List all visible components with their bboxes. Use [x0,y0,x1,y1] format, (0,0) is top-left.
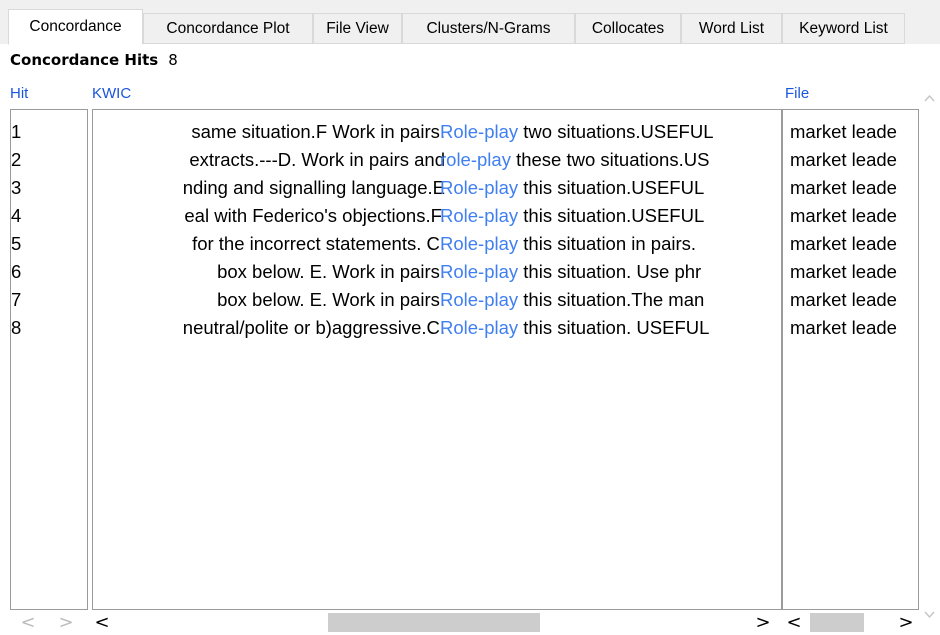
kwic-row[interactable]: box below. E. Work in pairs. Role-play t… [93,286,781,314]
file-name: market leade [790,177,897,198]
kwic-right-context: this situation.USEFUL [523,205,705,226]
kwic-row[interactable]: nding and signalling language.E Role-pla… [93,174,781,202]
kwic-right-context: this situation.The man [523,289,705,310]
hit-number: 3 [11,177,22,198]
concordance-hits-count: 8 [168,51,178,69]
column-header-file[interactable]: File [785,85,809,102]
file-name: market leade [790,289,897,310]
scroll-left-icon[interactable]: < [18,610,38,635]
kwic-left-context: same situation.F Work in pairs. [191,121,445,142]
kwic-left-context: for the incorrect statements. C. [192,233,445,254]
scrollbar-thumb[interactable] [328,613,540,632]
hit-number: 7 [11,289,22,310]
tab-concordance-plot[interactable]: Concordance Plot [143,13,313,44]
scroll-left-icon[interactable]: < [784,610,804,635]
tab-file-view[interactable]: File View [313,13,402,44]
column-header-hit[interactable]: Hit [10,85,28,102]
kwic-right-context: two situations.USEFUL [523,121,714,142]
kwic-left-context: box below. E. Work in pairs. [217,289,445,310]
kwic-row[interactable]: for the incorrect statements. C. Role-pl… [93,230,781,258]
file-name: market leade [790,317,897,338]
kwic-horizontal-scrollbar[interactable]: < > [92,610,782,635]
kwic-left-context: neutral/polite or b)aggressive.C. [182,317,445,338]
hit-number: 6 [11,261,22,282]
kwic-keyword[interactable]: Role-play [440,317,518,338]
tab-word-list[interactable]: Word List [681,13,782,44]
kwic-keyword[interactable]: Role-play [440,233,518,254]
kwic-left-context: nding and signalling language.E [182,177,445,198]
kwic-right-context: this situation. USEFUL [523,317,710,338]
tab-strip: Concordance Concordance Plot File View C… [0,0,940,45]
file-name: market leade [790,233,897,254]
scroll-right-icon[interactable]: > [896,610,916,635]
kwic-row[interactable]: same situation.F Work in pairs. Role-pla… [93,118,781,146]
scroll-right-icon[interactable]: > [753,610,773,635]
scroll-left-icon[interactable]: < [92,610,112,635]
file-horizontal-scrollbar[interactable]: < > [782,610,919,635]
column-header-kwic[interactable]: KWIC [92,85,131,102]
kwic-row[interactable]: extracts.---D. Work in pairs and role-pl… [93,146,781,174]
kwic-keyword[interactable]: Role-play [440,205,518,226]
kwic-left-context: extracts.---D. Work in pairs and [189,149,445,170]
concordance-hits-summary: Concordance Hits 8 [10,51,178,69]
kwic-right-context: this situation in pairs. [523,233,697,254]
scroll-up-icon[interactable] [924,91,935,106]
kwic-left-context: eal with Federico's objections.F. [184,205,445,226]
scroll-right-icon[interactable]: > [56,610,76,635]
kwic-row[interactable]: box below. E. Work in pairs. Role-play t… [93,258,781,286]
kwic-row[interactable]: neutral/polite or b)aggressive.C. Role-p… [93,314,781,342]
hit-number: 8 [11,317,22,338]
hit-horizontal-scrollbar[interactable]: < > [10,610,88,635]
kwic-pane[interactable]: same situation.F Work in pairs. Role-pla… [92,109,782,610]
kwic-right-context: these two situations.US [516,149,710,170]
file-pane[interactable]: market leade market leade market leade m… [782,109,919,610]
scroll-down-icon[interactable] [924,608,935,623]
kwic-right-context: this situation. Use phr [523,261,702,282]
file-name: market leade [790,121,897,142]
hit-number: 2 [11,149,22,170]
scrollbar-thumb[interactable] [810,613,864,632]
kwic-right-context: this situation.USEFUL [523,177,705,198]
file-name: market leade [790,205,897,226]
tab-clusters-ngrams[interactable]: Clusters/N-Grams [402,13,575,44]
tab-keyword-list[interactable]: Keyword List [782,13,905,44]
tab-concordance[interactable]: Concordance [8,9,143,45]
file-name: market leade [790,149,897,170]
kwic-row[interactable]: eal with Federico's objections.F. Role-p… [93,202,781,230]
tab-collocates[interactable]: Collocates [575,13,681,44]
concordance-hits-label: Concordance Hits [10,51,159,69]
kwic-keyword[interactable]: role-play [440,149,511,170]
kwic-keyword[interactable]: Role-play [440,261,518,282]
kwic-keyword[interactable]: Role-play [440,121,518,142]
hit-number: 1 [11,121,22,142]
hit-number: 4 [11,205,22,226]
file-name: market leade [790,261,897,282]
kwic-keyword[interactable]: Role-play [440,289,518,310]
hit-pane[interactable]: 1 2 3 4 5 6 7 8 [10,109,88,610]
vertical-scrollbar[interactable] [919,86,940,635]
kwic-keyword[interactable]: Role-play [440,177,518,198]
hit-number: 5 [11,233,22,254]
kwic-left-context: box below. E. Work in pairs. [217,261,445,282]
